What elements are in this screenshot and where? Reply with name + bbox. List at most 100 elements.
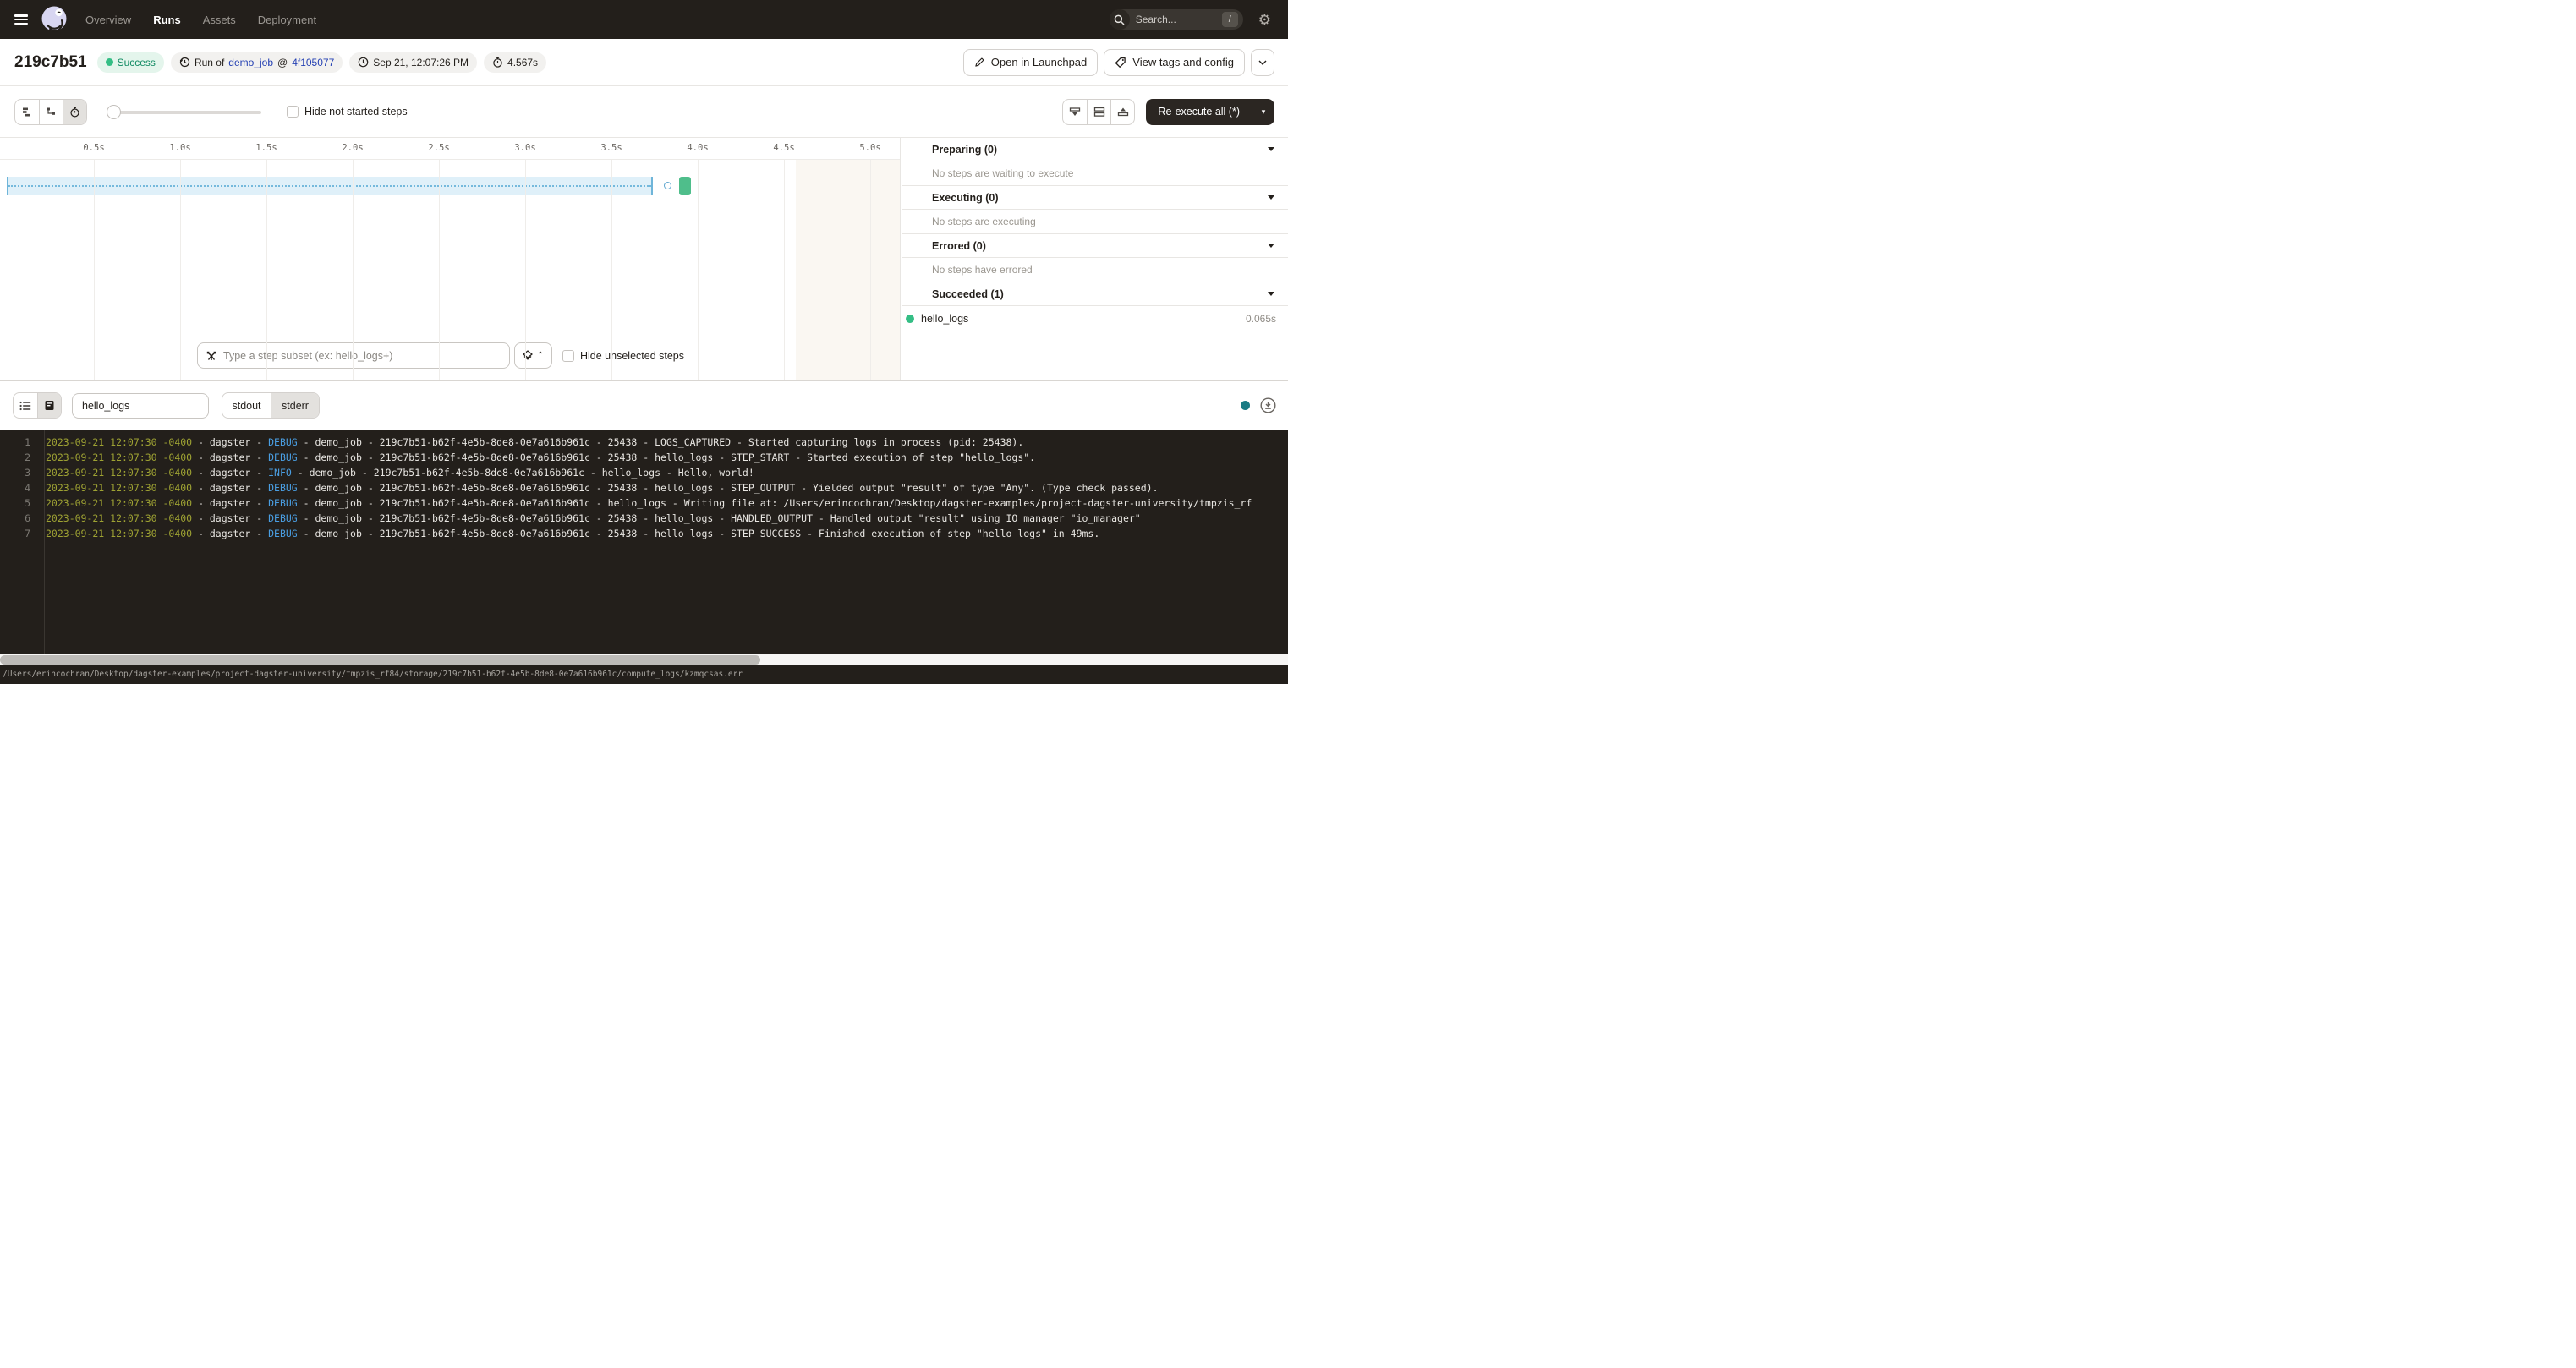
log-line: 22023-09-21 12:07:30 -0400 - dagster - D… xyxy=(0,450,1288,465)
panel-section-title: Preparing (0) xyxy=(932,144,997,156)
raw-log-icon xyxy=(44,400,55,411)
header-nav: Overview Runs Assets Deployment xyxy=(85,14,316,26)
log-line-number: 6 xyxy=(0,511,37,526)
gear-icon[interactable]: ⚙ xyxy=(1258,13,1271,27)
tag-icon xyxy=(1115,57,1126,68)
collapse-bottom-button[interactable] xyxy=(1063,100,1087,124)
axis-tick-label: 4.0s xyxy=(687,143,708,153)
panel-section-title: Executing (0) xyxy=(932,192,999,204)
log-timestamp: 2023-09-21 12:07:30 -0400 xyxy=(46,497,192,509)
horizontal-scrollbar-thumb[interactable] xyxy=(0,655,760,665)
panel-section-header[interactable]: Executing (0) xyxy=(902,186,1288,210)
gridline xyxy=(870,160,871,380)
stopwatch-icon xyxy=(69,107,80,118)
graph-query-toggle-button[interactable]: ⌃ xyxy=(514,342,552,369)
hide-not-started-label: Hide not started steps xyxy=(304,106,408,118)
run-actions-caret-button[interactable] xyxy=(1251,49,1274,76)
panel-section-header[interactable]: Preparing (0) xyxy=(902,138,1288,161)
panel-section-header[interactable]: Succeeded (1) xyxy=(902,282,1288,306)
log-timestamp: 2023-09-21 12:07:30 -0400 xyxy=(46,467,192,479)
run-header: 219c7b51 Success Run of demo_job @ 4f105… xyxy=(0,39,1288,86)
view-timed-button[interactable] xyxy=(63,100,86,124)
zoom-slider-handle[interactable] xyxy=(107,105,121,119)
hide-unselected-checkbox[interactable] xyxy=(562,350,574,362)
log-level: DEBUG xyxy=(268,497,298,509)
gridline xyxy=(698,160,699,380)
nav-runs[interactable]: Runs xyxy=(153,14,181,26)
step-waiting-band[interactable] xyxy=(7,177,653,195)
gantt-axis: 0.5s1.0s1.5s2.0s2.5s3.0s3.5s4.0s4.5s5.0s xyxy=(0,138,900,160)
axis-tick-label: 3.0s xyxy=(514,143,535,153)
log-line: 12023-09-21 12:07:30 -0400 - dagster - D… xyxy=(0,435,1288,450)
tab-stderr[interactable]: stderr xyxy=(271,393,319,418)
panel-section-header[interactable]: Errored (0) xyxy=(902,234,1288,258)
nav-overview[interactable]: Overview xyxy=(85,14,131,26)
log-line-text: 2023-09-21 12:07:30 -0400 - dagster - DE… xyxy=(37,511,1141,526)
nav-assets[interactable]: Assets xyxy=(203,14,236,26)
log-line-number: 7 xyxy=(0,526,37,541)
log-step-filter-input[interactable]: hello_logs xyxy=(72,393,209,419)
panel-empty-message: No steps have errored xyxy=(902,258,1288,282)
log-lines: 12023-09-21 12:07:30 -0400 - dagster - D… xyxy=(0,435,1288,541)
expand-up-icon xyxy=(1117,107,1129,118)
stopwatch-icon xyxy=(492,57,503,68)
tab-stdout[interactable]: stdout xyxy=(222,393,271,418)
open-in-launchpad-button[interactable]: Open in Launchpad xyxy=(963,49,1098,76)
gantt-section: 0.5s1.0s1.5s2.0s2.5s3.0s3.5s4.0s4.5s5.0s… xyxy=(0,137,1288,380)
reexecute-caret-button[interactable]: ▾ xyxy=(1252,99,1274,125)
log-line-number: 3 xyxy=(0,465,37,480)
expand-up-button[interactable] xyxy=(1110,100,1134,124)
horizontal-scrollbar[interactable] xyxy=(0,654,1288,665)
caret-down-icon xyxy=(1268,195,1274,200)
axis-tick-label: 1.5s xyxy=(255,143,277,153)
log-level: DEBUG xyxy=(268,512,298,524)
split-panels-button[interactable] xyxy=(1087,100,1110,124)
step-subset-input[interactable]: Type a step subset (ex: hello_logs+) xyxy=(197,342,510,369)
step-exec-bar[interactable] xyxy=(679,177,691,195)
zoom-slider-track[interactable] xyxy=(107,111,261,114)
dagster-logo-icon[interactable] xyxy=(40,5,69,34)
log-line-text: 2023-09-21 12:07:30 -0400 - dagster - DE… xyxy=(37,495,1252,511)
log-line: 72023-09-21 12:07:30 -0400 - dagster - D… xyxy=(0,526,1288,541)
nav-deployment[interactable]: Deployment xyxy=(258,14,316,26)
capture-status-dot xyxy=(1241,401,1250,410)
gantt-chart: 0.5s1.0s1.5s2.0s2.5s3.0s3.5s4.0s4.5s5.0s… xyxy=(0,138,901,380)
log-line: 52023-09-21 12:07:30 -0400 - dagster - D… xyxy=(0,495,1288,511)
download-icon[interactable] xyxy=(1260,397,1276,413)
zoom-slider[interactable] xyxy=(107,99,261,125)
succeeded-step-row[interactable]: hello_logs0.065s xyxy=(902,306,1288,331)
log-line-number: 2 xyxy=(0,450,37,465)
search-input[interactable]: Search... / xyxy=(1110,9,1243,30)
panel-section-title: Errored (0) xyxy=(932,240,986,252)
caret-up-icon: ⌃ xyxy=(537,351,544,360)
log-file-path: /Users/erincochran/Desktop/dagster-examp… xyxy=(3,670,743,679)
hide-not-started-checkbox[interactable] xyxy=(287,106,299,118)
hamburger-menu-icon[interactable] xyxy=(14,14,28,25)
step-name: hello_logs xyxy=(921,313,968,325)
gridline xyxy=(439,160,440,380)
view-waterfall-button[interactable] xyxy=(39,100,63,124)
axis-tick-label: 0.5s xyxy=(83,143,104,153)
log-timestamp: 2023-09-21 12:07:30 -0400 xyxy=(46,512,192,524)
chevron-down-icon xyxy=(1258,60,1267,65)
log-level: DEBUG xyxy=(268,451,298,463)
step-panel: Preparing (0)No steps are waiting to exe… xyxy=(902,138,1288,380)
axis-tick-label: 2.5s xyxy=(428,143,449,153)
job-link[interactable]: demo_job xyxy=(228,57,273,68)
commit-link[interactable]: 4f105077 xyxy=(292,57,334,68)
step-start-marker xyxy=(664,182,671,189)
log-toolbar: hello_logs stdoutstderr xyxy=(0,381,1288,430)
gridline xyxy=(94,160,95,380)
search-icon xyxy=(1110,9,1130,30)
view-flat-button[interactable] xyxy=(15,100,39,124)
log-raw-view-button[interactable] xyxy=(37,393,61,418)
log-line-text: 2023-09-21 12:07:30 -0400 - dagster - DE… xyxy=(37,450,1035,465)
gridline xyxy=(353,160,354,380)
axis-tick-label: 2.0s xyxy=(342,143,363,153)
clock-icon xyxy=(358,57,369,68)
log-line-text: 2023-09-21 12:07:30 -0400 - dagster - DE… xyxy=(37,526,1099,541)
split-panels-icon xyxy=(1093,107,1105,118)
reexecute-all-button[interactable]: Re-execute all (*) ▾ xyxy=(1146,99,1274,125)
view-tags-config-button[interactable]: View tags and config xyxy=(1104,49,1245,76)
log-structured-view-button[interactable] xyxy=(14,393,37,418)
